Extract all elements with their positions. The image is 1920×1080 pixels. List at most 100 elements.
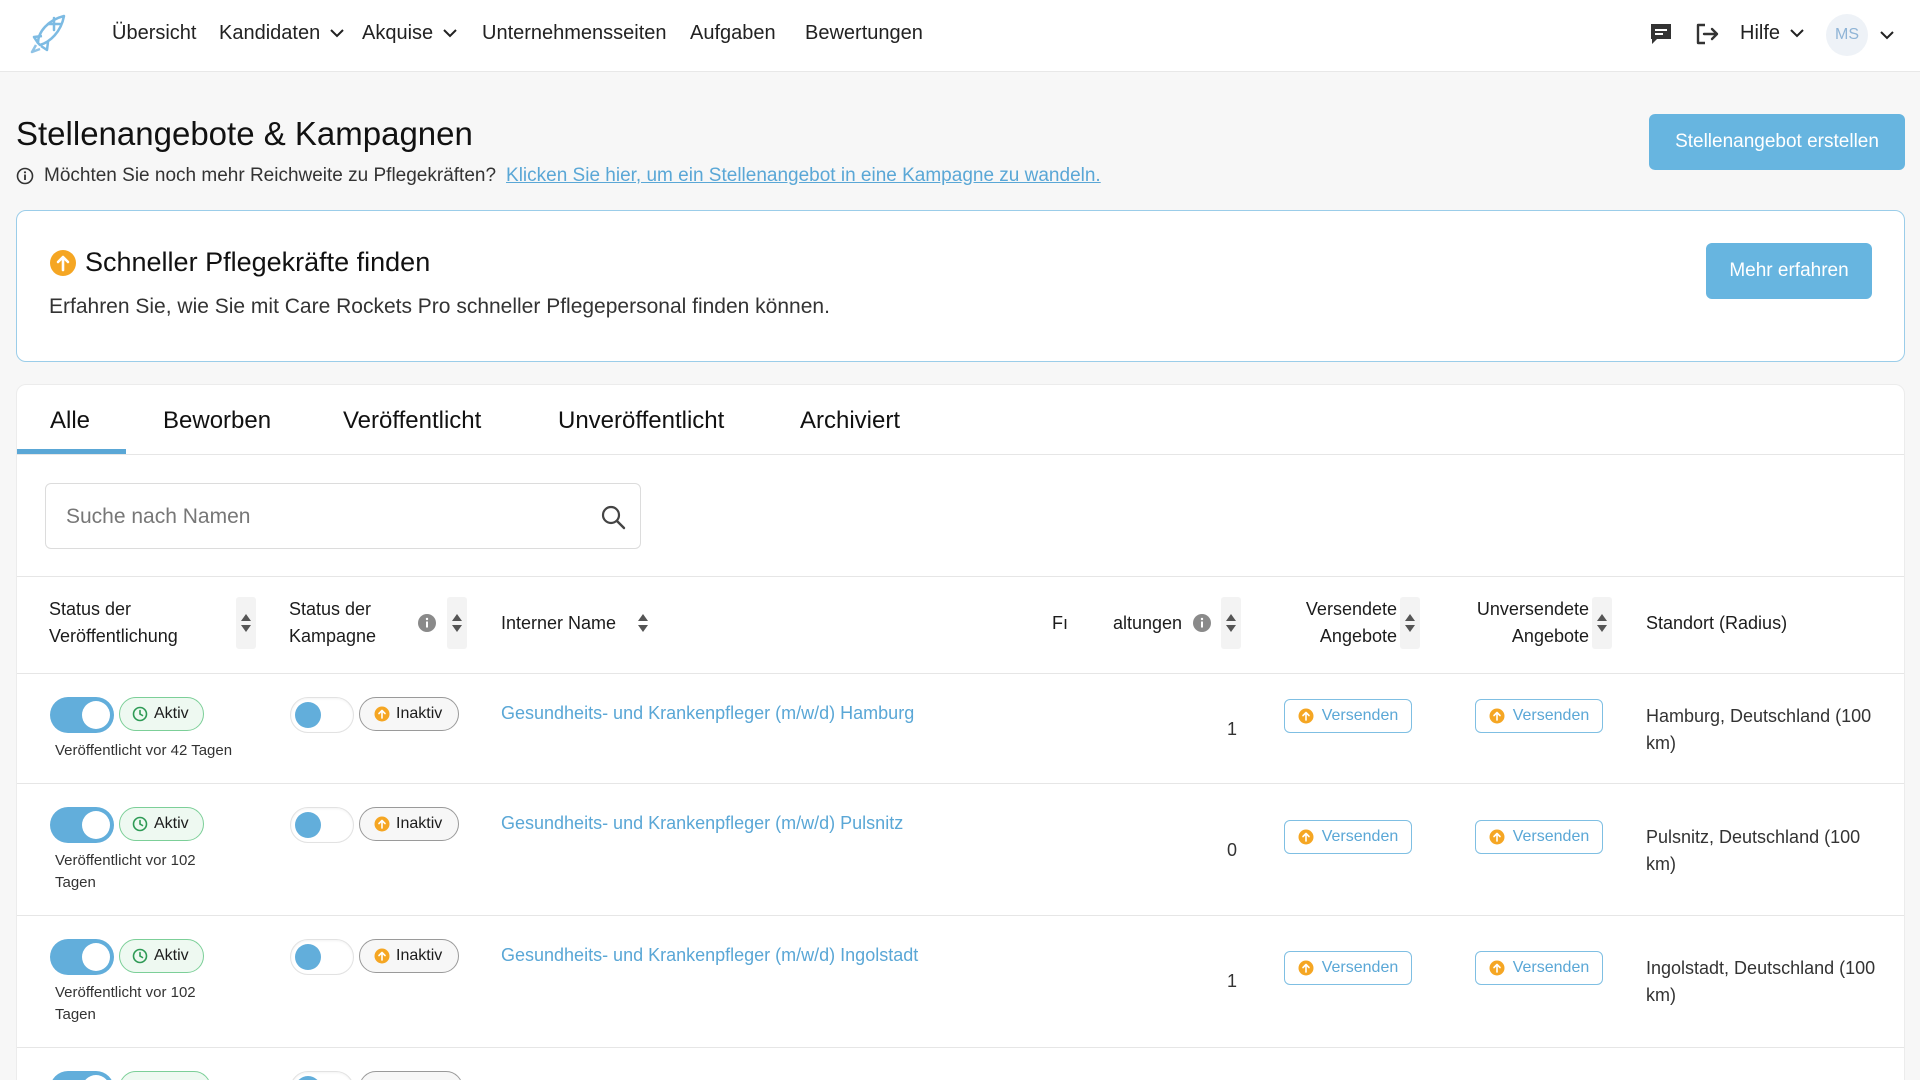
arrow-up-circle-icon [1489,960,1505,976]
arrow-up-circle-icon [1298,708,1314,724]
nav-item-reviews[interactable]: Bewertungen [805,22,923,45]
sort-icon[interactable] [447,597,467,649]
clock-icon [132,948,148,964]
jobs-table-card: Alle Beworben Veröffentlicht Unveröffent… [16,384,1905,1080]
arrow-up-circle-icon [374,706,390,722]
campaign-toggle[interactable] [290,807,354,843]
promo-title-text: Schneller Pflegekräfte finden [85,247,431,277]
status-badge-active: Aktiv [119,697,204,731]
publish-toggle[interactable] [50,939,114,975]
learn-more-button[interactable]: Mehr erfahren [1706,243,1872,299]
header-sent-offers[interactable]: Versendete Angebote [1261,596,1397,650]
help-label: Hilfe [1740,22,1781,44]
page-title: Stellenangebote & Kampagnen [16,115,473,152]
search-input[interactable] [66,502,586,532]
tab-all[interactable]: Alle [50,407,90,435]
search-icon[interactable] [600,504,626,530]
chevron-down-icon[interactable] [1880,31,1894,40]
send-unsent-offers-button[interactable]: Versenden [1475,699,1603,733]
header-status-campaign[interactable]: Status der Kampagne [289,596,376,650]
send-offers-button[interactable]: Versenden [1284,699,1412,733]
publish-toggle[interactable] [50,697,114,733]
campaign-badge-inactive [359,1071,463,1080]
info-icon [16,167,34,185]
nav-item-candidates[interactable]: Kandidaten [219,22,344,45]
chevron-down-icon [443,29,457,38]
nav-item-acquisition[interactable]: Akquise [362,22,457,45]
publish-toggle[interactable] [50,1071,114,1080]
user-avatar[interactable]: MS [1826,14,1868,56]
logout-icon[interactable] [1694,21,1720,47]
send-unsent-offers-button[interactable]: Versenden [1475,820,1603,854]
job-name-link[interactable]: Gesundheits- und Krankenpfleger (m/w/d) … [501,813,903,834]
top-navigation: Übersicht Kandidaten Akquise Unternehmen… [0,0,1920,72]
status-badge-active: Aktiv [119,807,204,841]
rocket-logo-icon[interactable] [24,12,72,58]
clock-icon [132,706,148,722]
arrow-up-circle-icon [1489,708,1505,724]
location-cell: Hamburg, Deutschland (100 km) [1646,706,1872,753]
divider [17,576,1904,577]
header-unsent-offers[interactable]: Unversendete Angebote [1427,596,1589,650]
publish-toggle[interactable] [50,807,114,843]
promo-card: Schneller Pflegekräfte finden Erfahren S… [16,210,1905,362]
status-badge-active [119,1071,211,1080]
count-cell: 1 [1227,719,1238,739]
active-tab-indicator [17,449,126,454]
clock-icon [132,816,148,832]
info-icon[interactable] [418,614,436,632]
header-truncated-altungen[interactable]: altungen [1113,610,1182,637]
send-offers-button[interactable]: Versenden [1284,820,1412,854]
nav-item-label: Unternehmensseiten [482,22,667,44]
convert-campaign-link[interactable]: Klicken Sie hier, um ein Stellenangebot … [506,165,1101,187]
header-internal-name[interactable]: Interner Name [501,610,616,637]
published-since: Veröffentlicht vor 102 Tagen [55,852,196,891]
nav-item-label: Übersicht [112,22,197,44]
job-name-link[interactable]: Gesundheits- und Krankenpfleger (m/w/d) … [501,945,918,966]
arrow-up-circle-icon [374,948,390,964]
chat-icon[interactable] [1648,21,1674,47]
divider [17,673,1904,674]
nav-item-company-pages[interactable]: Unternehmensseiten [482,22,667,45]
search-box [45,483,641,549]
campaign-badge-inactive: Inaktiv [359,939,460,973]
divider [17,1047,1904,1048]
sort-icon[interactable] [1221,597,1241,649]
sort-icon[interactable] [1592,597,1612,649]
header-truncated-f[interactable]: Fı [1052,610,1068,637]
campaign-toggle[interactable] [290,939,354,975]
help-menu[interactable]: Hilfe [1740,22,1804,45]
location-cell: Ingolstadt, Deutschland (100 km) [1646,958,1876,1005]
sort-icon[interactable] [1400,597,1420,649]
campaign-toggle[interactable] [290,1071,354,1080]
tab-unpublished[interactable]: Unveröffentlicht [558,407,724,435]
arrow-up-circle-icon [50,249,76,276]
divider [17,915,1904,916]
sort-icon[interactable] [236,597,256,649]
sort-icon[interactable] [633,597,653,649]
count-cell: 1 [1227,971,1238,991]
tab-bar: Alle Beworben Veröffentlicht Unveröffent… [17,385,1904,455]
chevron-down-icon [330,29,344,38]
nav-item-label: Kandidaten [219,22,321,44]
info-icon[interactable] [1193,614,1211,632]
nav-item-tasks[interactable]: Aufgaben [690,22,776,45]
campaign-badge-inactive: Inaktiv [359,697,460,731]
tab-applied[interactable]: Beworben [163,407,271,435]
send-unsent-offers-button[interactable]: Versenden [1475,951,1603,985]
status-badge-active: Aktiv [119,939,204,973]
header-location[interactable]: Standort (Radius) [1646,610,1787,637]
arrow-up-circle-icon [374,816,390,832]
header-status-publication[interactable]: Status der Veröffentlichung [49,596,178,650]
create-job-button[interactable]: Stellenangebot erstellen [1649,114,1905,170]
tab-published[interactable]: Veröffentlicht [343,407,481,435]
location-cell: Pulsnitz, Deutschland (100 km) [1646,827,1861,874]
campaign-badge-inactive: Inaktiv [359,807,460,841]
campaign-toggle[interactable] [290,697,354,733]
job-name-link[interactable]: Gesundheits- und Krankenpfleger (m/w/d) … [501,703,914,724]
tab-archived[interactable]: Archiviert [800,407,900,435]
arrow-up-circle-icon [1489,829,1505,845]
nav-item-overview[interactable]: Übersicht [112,22,196,45]
send-offers-button[interactable]: Versenden [1284,951,1412,985]
promo-description: Erfahren Sie, wie Sie mit Care Rockets P… [49,295,830,318]
